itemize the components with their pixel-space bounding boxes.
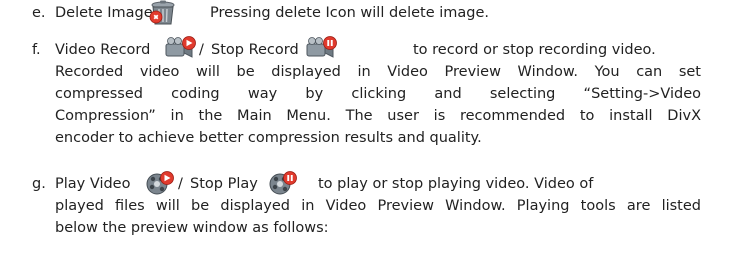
list-item-delete-image: e. Delete Image Pressing delete Icon wil… bbox=[0, 0, 739, 26]
list-item-play-video: g. Play Video / Stop Play to play or sto… bbox=[0, 170, 739, 270]
list-marker: e. bbox=[32, 5, 46, 21]
video-record-line5: encoder to achieve better compression re… bbox=[55, 130, 482, 146]
video-record-icon bbox=[164, 36, 198, 62]
trash-can-icon bbox=[147, 0, 179, 26]
play-video-label: Play Video bbox=[55, 176, 131, 192]
video-record-line4: Compression” in the Main Menu. The user … bbox=[55, 108, 701, 124]
stop-play-label: Stop Play bbox=[190, 176, 258, 192]
list-marker: f. bbox=[32, 42, 41, 58]
play-video-line2: played files will be displayed in Video … bbox=[55, 198, 701, 214]
list-marker: g. bbox=[32, 176, 46, 192]
video-record-label: Video Record bbox=[55, 42, 151, 58]
video-record-line3: compressed coding way by clicking and se… bbox=[55, 86, 701, 102]
delete-image-description: Pressing delete Icon will delete image. bbox=[210, 5, 490, 21]
play-video-icon bbox=[144, 170, 176, 196]
video-record-line2: Recorded video will be displayed in Vide… bbox=[55, 64, 701, 80]
list-item-video-record: f. Video Record / Stop Record to record … bbox=[0, 36, 739, 166]
play-video-line3: below the preview window as follows: bbox=[55, 220, 329, 236]
separator: / bbox=[199, 42, 204, 58]
delete-image-label: Delete Image bbox=[55, 5, 153, 21]
video-record-line1-tail: to record or stop recording video. bbox=[413, 42, 656, 58]
stop-record-label: Stop Record bbox=[211, 42, 299, 58]
stop-play-icon bbox=[267, 170, 299, 196]
stop-record-icon bbox=[305, 36, 339, 62]
separator: / bbox=[178, 176, 183, 192]
play-video-line1-tail: to play or stop playing video. Video of bbox=[318, 176, 594, 192]
